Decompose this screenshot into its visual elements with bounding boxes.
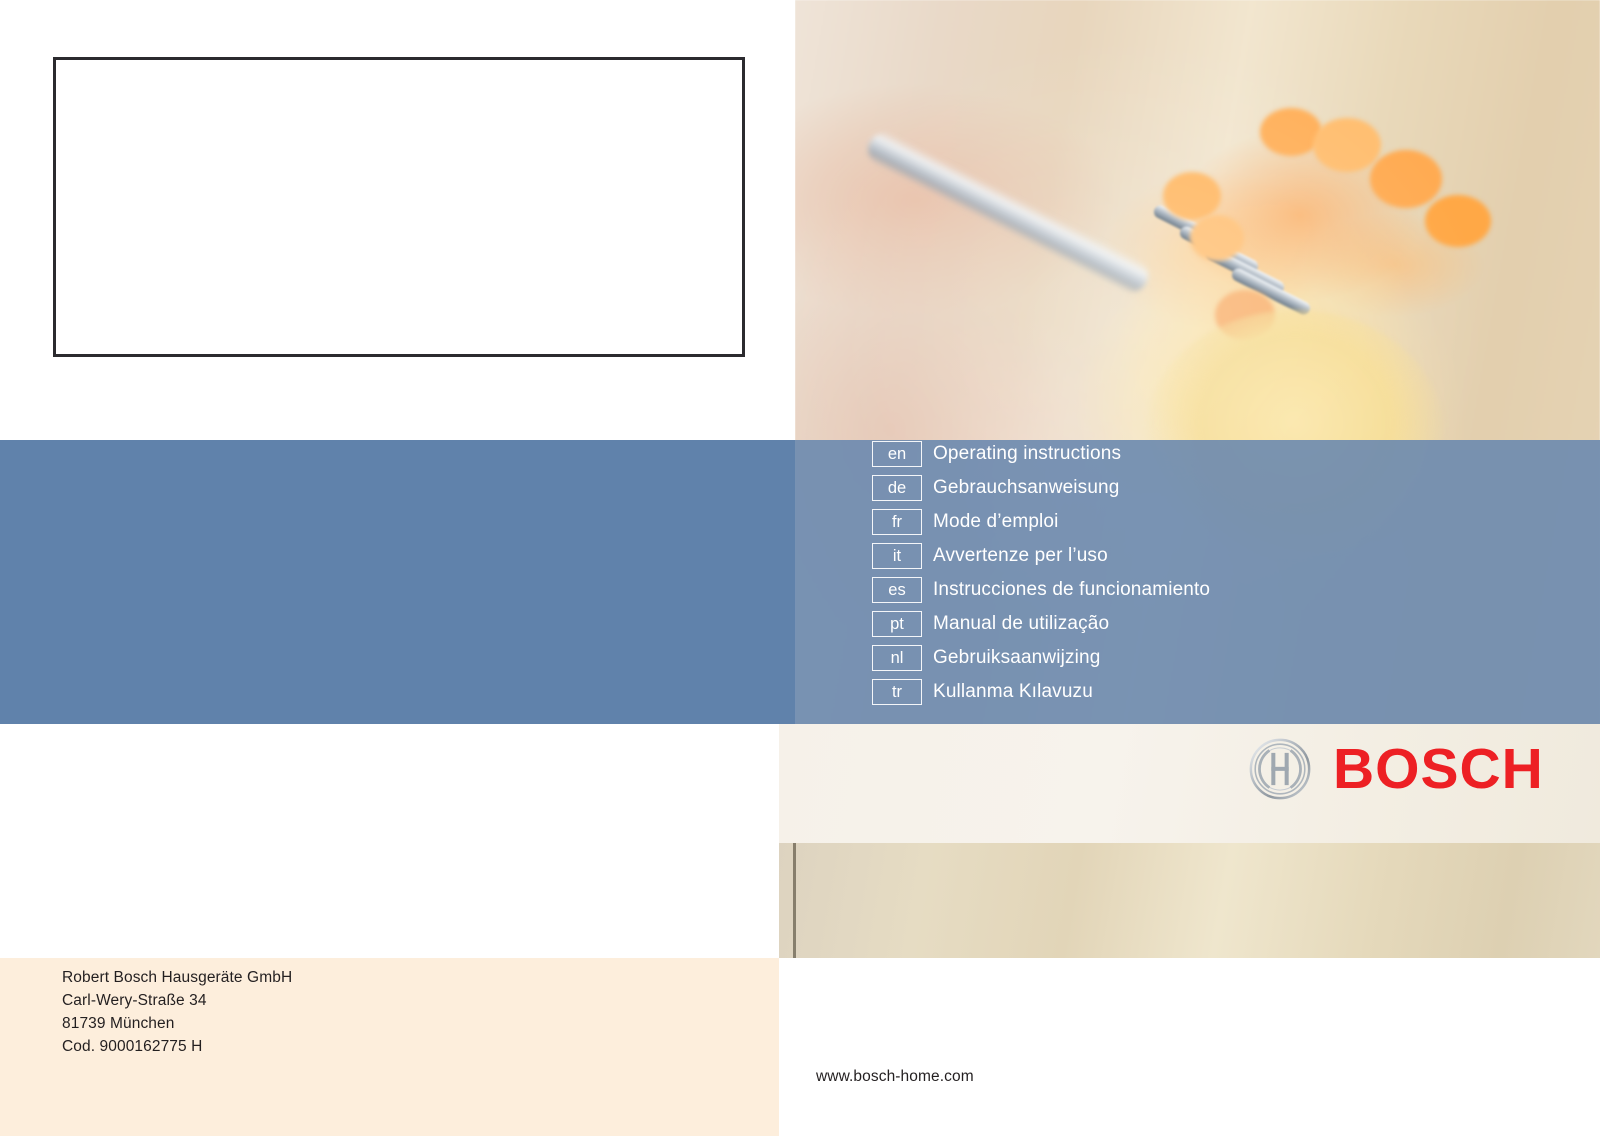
bosch-armature-icon	[1249, 738, 1311, 800]
language-code-pt: pt	[872, 611, 922, 637]
language-title-tr: Kullanma Kılavuzu	[933, 681, 1093, 702]
tan-band	[779, 843, 1600, 958]
language-title-it: Avvertenze per l’uso	[933, 545, 1108, 566]
tan-band-divider	[793, 843, 796, 958]
language-row-pt: pt Manual de utilização	[872, 607, 1572, 641]
language-title-fr: Mode d’emploi	[933, 511, 1059, 532]
bosch-wordmark: BOSCH	[1333, 736, 1544, 801]
blank-label-box	[53, 57, 745, 357]
language-list: en Operating instructions de Gebrauchsan…	[872, 437, 1572, 709]
language-code-de: de	[872, 475, 922, 501]
language-row-en: en Operating instructions	[872, 437, 1572, 471]
language-code-nl: nl	[872, 645, 922, 671]
manual-cover-page: Robert Bosch Hausgeräte GmbH Carl-Wery-S…	[0, 0, 1600, 1136]
website-url: www.bosch-home.com	[816, 1068, 974, 1085]
language-row-fr: fr Mode d’emploi	[872, 505, 1572, 539]
bosch-logo: BOSCH	[1249, 738, 1544, 800]
address-line-city: 81739 München	[62, 1015, 175, 1032]
language-code-fr: fr	[872, 509, 922, 535]
language-row-es: es Instrucciones de funcionamiento	[872, 573, 1572, 607]
blue-band-left	[0, 440, 795, 724]
language-title-es: Instrucciones de funcionamiento	[933, 579, 1211, 600]
language-row-nl: nl Gebruiksaanwijzing	[872, 641, 1572, 675]
address-line-company: Robert Bosch Hausgeräte GmbH	[62, 969, 293, 986]
language-row-it: it Avvertenze per l’uso	[872, 539, 1572, 573]
language-title-pt: Manual de utilização	[933, 613, 1110, 634]
language-code-it: it	[872, 543, 922, 569]
language-row-tr: tr Kullanma Kılavuzu	[872, 675, 1572, 709]
language-code-en: en	[872, 441, 922, 467]
language-row-de: de Gebrauchsanweisung	[872, 471, 1572, 505]
manufacturer-address: Robert Bosch Hausgeräte GmbH Carl-Wery-S…	[62, 966, 292, 1058]
language-code-es: es	[872, 577, 922, 603]
language-title-de: Gebrauchsanweisung	[933, 477, 1120, 498]
address-line-code: Cod. 9000162775 H	[62, 1038, 203, 1055]
language-title-nl: Gebruiksaanwijzing	[933, 647, 1101, 668]
language-title-en: Operating instructions	[933, 443, 1122, 464]
language-code-tr: tr	[872, 679, 922, 705]
address-line-street: Carl-Wery-Straße 34	[62, 992, 207, 1009]
